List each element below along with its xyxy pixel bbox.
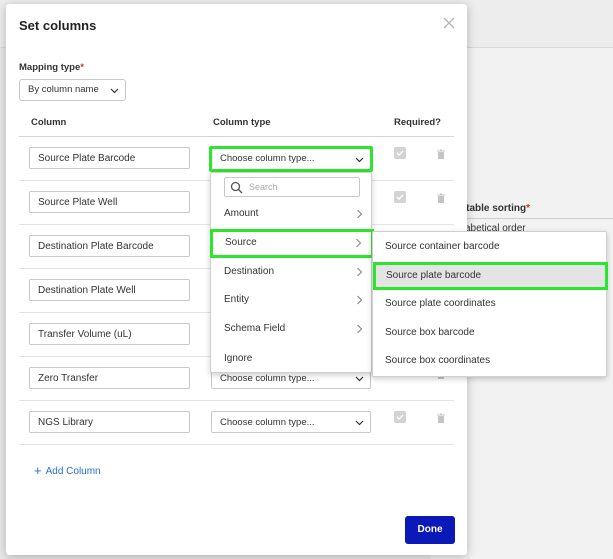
column-name-input[interactable]: Transfer Volume (uL) [29, 323, 190, 345]
menu-item-label: Schema Field [224, 323, 286, 334]
column-type-dropdown: Search Amount Source Destination Entity … [210, 172, 374, 374]
menu-item-source[interactable]: Source [210, 229, 374, 258]
menu-item-ignore[interactable]: Ignore [211, 346, 371, 374]
column-type-select[interactable]: Choose column type... [211, 411, 371, 433]
column-name-input[interactable]: Destination Plate Barcode [29, 235, 190, 257]
search-placeholder: Search [249, 182, 278, 192]
required-header: Required? [394, 117, 441, 128]
trash-icon[interactable] [436, 413, 446, 424]
submenu-item[interactable]: Source container barcode [373, 233, 606, 262]
menu-item-destination[interactable]: Destination [211, 259, 371, 287]
column-header: Column [31, 117, 67, 128]
search-input[interactable]: Search [224, 177, 360, 197]
chevron-right-icon [357, 324, 363, 334]
background-table-sorting-label: t table sorting* [460, 203, 531, 214]
close-icon[interactable] [442, 16, 456, 30]
submenu-item[interactable]: Source box coordinates [373, 347, 606, 376]
column-name-input[interactable]: Source Plate Well [29, 191, 190, 213]
submenu-item[interactable]: Source box barcode [373, 319, 606, 348]
chevron-down-icon [110, 88, 119, 94]
submenu-item[interactable]: Source plate coordinates [373, 290, 606, 319]
plus-icon: + [34, 463, 42, 478]
chevron-down-icon [355, 376, 364, 382]
required-checkbox[interactable] [394, 191, 406, 203]
add-column-label: Add Column [45, 466, 101, 477]
column-name-input[interactable]: Source Plate Barcode [29, 147, 190, 169]
done-button[interactable]: Done [405, 516, 455, 544]
menu-item-label: Ignore [224, 353, 253, 364]
mapping-type-select[interactable]: By column name [19, 79, 126, 101]
column-type-select[interactable]: Choose column type... [209, 146, 373, 172]
required-checkbox[interactable] [394, 147, 406, 159]
search-icon [230, 181, 243, 194]
modal-title: Set columns [19, 18, 97, 33]
chevron-right-icon [357, 295, 363, 305]
column-name-input[interactable]: Destination Plate Well [29, 279, 190, 301]
menu-item-label: Source [225, 237, 257, 248]
column-type-value: Choose column type... [220, 153, 315, 164]
menu-item-entity[interactable]: Entity [211, 287, 371, 315]
mapping-type-value: By column name [28, 84, 99, 95]
submenu-item-selected[interactable]: Source plate barcode [373, 262, 608, 290]
column-type-value: Choose column type... [220, 417, 315, 428]
chevron-right-icon [357, 209, 363, 219]
table-row: NGS Library Choose column type... [19, 401, 454, 445]
menu-item-label: Entity [224, 294, 250, 305]
trash-icon[interactable] [436, 193, 446, 204]
menu-item-label: Destination [224, 266, 275, 277]
required-checkbox[interactable] [394, 411, 406, 423]
column-name-input[interactable]: Zero Transfer [29, 367, 190, 389]
mapping-type-label: Mapping type* [19, 62, 84, 73]
chevron-down-icon [355, 420, 364, 426]
source-submenu: Source container barcode Source plate ba… [372, 231, 608, 377]
column-name-input[interactable]: NGS Library [29, 411, 190, 433]
chevron-right-icon [357, 267, 363, 277]
chevron-down-icon [355, 157, 364, 163]
column-type-header: Column type [213, 117, 271, 128]
menu-item-label: Amount [224, 208, 259, 219]
add-column-button[interactable]: + Add Column [34, 462, 101, 478]
menu-item-amount[interactable]: Amount [211, 201, 371, 229]
column-type-value: Choose column type... [220, 373, 315, 384]
menu-item-schema-field[interactable]: Schema Field [211, 316, 371, 344]
trash-icon[interactable] [436, 149, 446, 160]
chevron-right-icon [356, 238, 362, 248]
